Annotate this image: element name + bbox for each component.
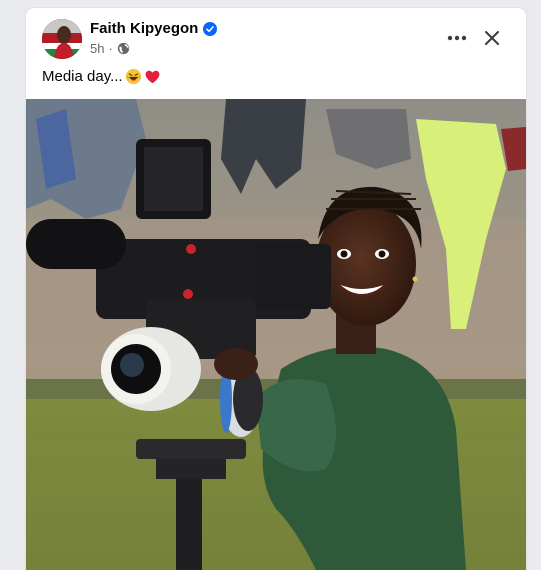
post-meta: 5h · <box>90 41 130 56</box>
close-button[interactable] <box>478 24 506 52</box>
post-card: Faith Kipyegon 5h · Media day... <box>26 8 526 570</box>
verified-badge-icon <box>203 21 218 36</box>
globe-icon[interactable] <box>117 42 130 55</box>
close-icon <box>485 31 499 45</box>
red-heart-emoji <box>144 68 161 85</box>
post-time[interactable]: 5h <box>90 41 104 56</box>
photo-child-with-camera <box>26 99 526 570</box>
avatar-image <box>42 19 82 59</box>
author-line: Faith Kipyegon <box>90 20 218 37</box>
post-photo[interactable] <box>26 99 526 570</box>
author-avatar[interactable] <box>42 19 82 59</box>
more-horizontal-icon <box>447 35 467 41</box>
caption-text: Media day... <box>42 68 123 85</box>
page: Faith Kipyegon 5h · Media day... <box>0 0 541 570</box>
post-caption: Media day... <box>42 68 161 85</box>
more-options-button[interactable] <box>440 26 474 50</box>
post-header: Faith Kipyegon 5h · <box>26 8 526 66</box>
meta-separator: · <box>108 41 113 56</box>
laughing-emoji <box>125 68 142 85</box>
author-name[interactable]: Faith Kipyegon <box>90 20 198 37</box>
